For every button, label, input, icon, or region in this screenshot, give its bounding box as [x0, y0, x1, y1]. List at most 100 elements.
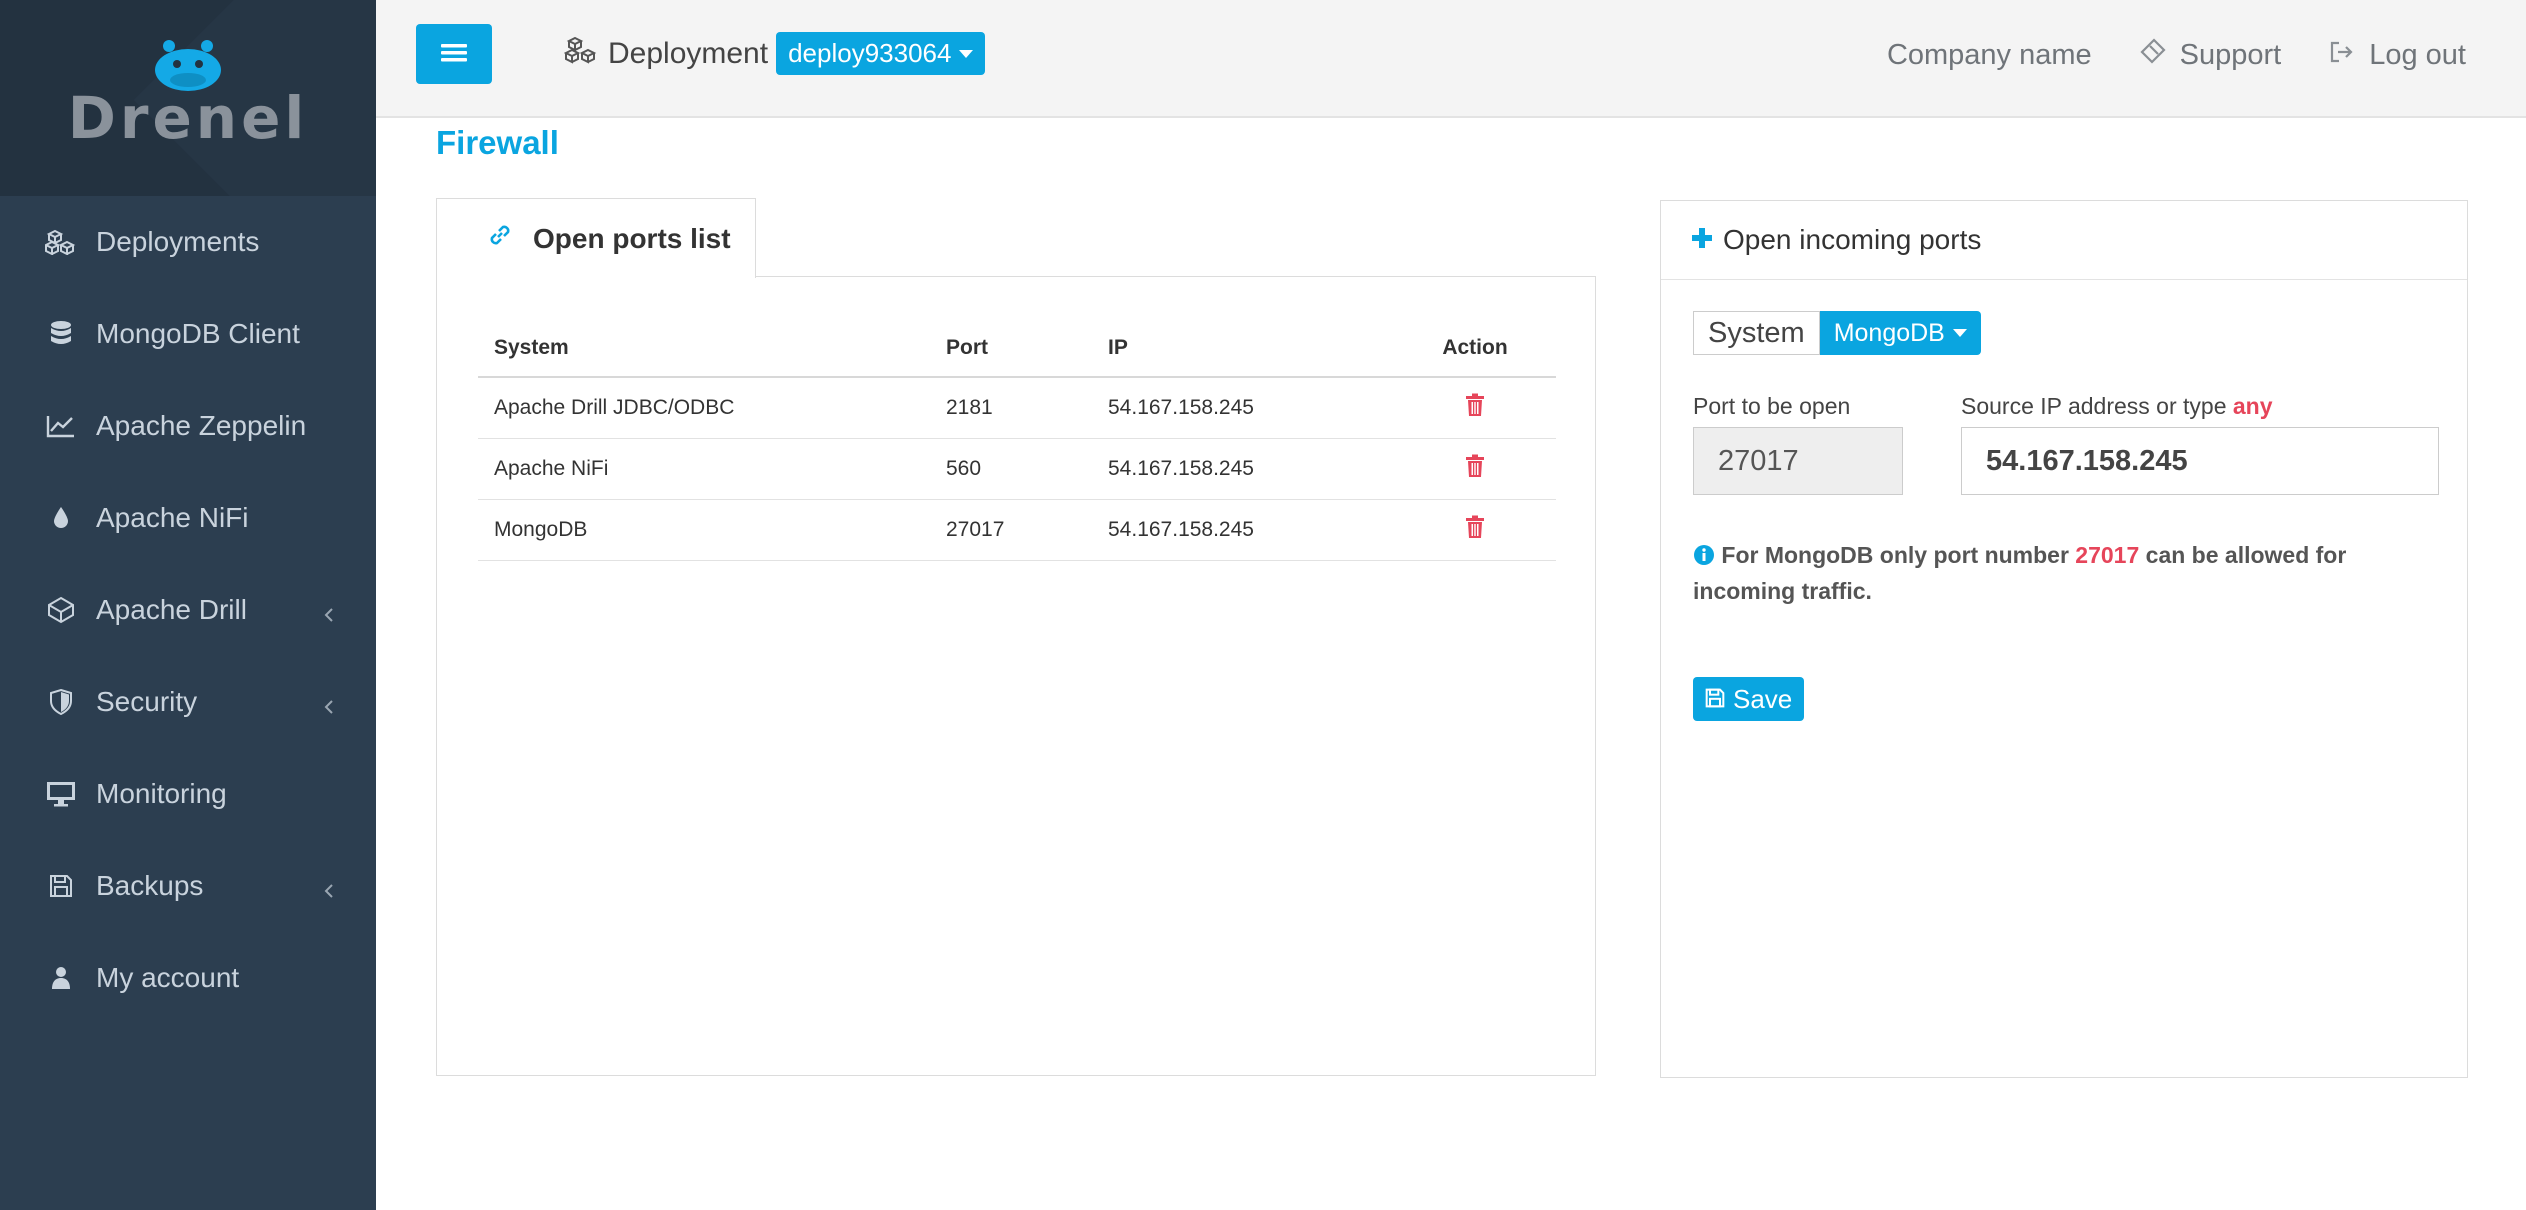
column-header-ip: IP [1092, 320, 1394, 378]
save-label: Save [1733, 683, 1793, 714]
sidebar-item-label: Apache Drill [96, 594, 247, 625]
sidebar-item-label: Monitoring [96, 778, 227, 809]
cell-action [1394, 499, 1556, 561]
sidebar-item-my-account[interactable]: My account [0, 932, 376, 1024]
ip-value: 54.167.158.245 [1986, 444, 2188, 477]
info-message: For MongoDB only port number 27017 can b… [1693, 537, 2433, 609]
sidebar-item-monitoring[interactable]: Monitoring [0, 748, 376, 840]
sidebar-item-mongodb-client[interactable]: MongoDB Client [0, 288, 376, 380]
source-ip-label: Source IP address or type [1961, 393, 2227, 419]
shield-icon [44, 687, 78, 717]
deployment-dropdown[interactable]: deploy933064 [776, 32, 986, 75]
panel-title: Open incoming ports [1723, 224, 1982, 255]
trash-icon[interactable] [1465, 454, 1485, 483]
deployment-label: Deployment [608, 36, 769, 70]
plus-icon [1691, 224, 1723, 256]
support-label: Support [2179, 38, 2282, 71]
table-row: MongoDB 27017 54.167.158.245 [478, 499, 1556, 561]
sidebar-item-label: Apache NiFi [96, 502, 249, 533]
logout-link[interactable]: Log out [2329, 39, 2466, 72]
cell-ip: 54.167.158.245 [1092, 438, 1394, 500]
cell-system: MongoDB [478, 499, 930, 561]
desktop-icon [44, 779, 78, 809]
chevron-left-icon [324, 598, 334, 630]
tab-label: Open ports list [533, 222, 731, 254]
source-ip-label-group: Source IP address or type any [1961, 393, 2273, 420]
sidebar-nav: Deployments MongoDB Client Apache Zeppel… [0, 196, 376, 1024]
port-label: Port to be open [1693, 393, 1851, 419]
sidebar-item-apache-zeppelin[interactable]: Apache Zeppelin [0, 380, 376, 472]
caret-down-icon [1952, 329, 1967, 337]
floppy-icon [44, 871, 78, 901]
trash-icon[interactable] [1465, 393, 1485, 422]
table-row: Apache Drill JDBC/ODBC 2181 54.167.158.2… [478, 377, 1556, 439]
cell-port: 27017 [930, 499, 1092, 561]
trash-icon[interactable] [1465, 515, 1485, 544]
header-links: Company name Support Log out [1839, 38, 2466, 72]
port-input[interactable]: 27017 [1693, 427, 1903, 495]
system-value: MongoDB [1833, 318, 1945, 347]
cell-ip: 54.167.158.245 [1092, 499, 1394, 561]
info-text-part1: For MongoDB only port number [1721, 542, 2069, 568]
link-icon [487, 222, 533, 255]
caret-down-icon [959, 49, 974, 58]
cell-ip: 54.167.158.245 [1092, 377, 1394, 439]
hamburger-icon [441, 42, 467, 67]
sidebar-item-deployments[interactable]: Deployments [0, 196, 376, 288]
info-port-number: 27017 [2075, 542, 2140, 568]
sidebar-item-label: My account [96, 962, 240, 993]
column-header-action: Action [1394, 320, 1556, 378]
sidebar-item-security[interactable]: Security [0, 656, 376, 748]
database-icon [44, 319, 78, 349]
port-value: 27017 [1718, 444, 1799, 477]
sidebar-item-apache-nifi[interactable]: Apache NiFi [0, 472, 376, 564]
sidebar-item-apache-drill[interactable]: Apache Drill [0, 564, 376, 656]
support-link[interactable]: Support [2140, 38, 2282, 72]
chevron-left-icon [324, 874, 334, 906]
cell-port: 560 [930, 438, 1092, 500]
cell-action [1394, 438, 1556, 500]
save-button[interactable]: Save [1693, 677, 1805, 721]
company-name: Company name [1886, 38, 2092, 71]
sidebar-item-backups[interactable]: Backups [0, 840, 376, 932]
column-header-system: System [478, 320, 930, 378]
cubes-icon [563, 36, 598, 72]
brand-name[interactable]: Drenel [0, 84, 376, 152]
deployment-value: deploy933064 [788, 38, 952, 68]
drill-icon [44, 595, 78, 625]
sidebar-item-label: Backups [96, 870, 204, 901]
system-selector: System MongoDB [1693, 311, 1981, 355]
source-ip-input[interactable]: 54.167.158.245 [1961, 427, 2439, 495]
sidebar-item-label: MongoDB Client [96, 318, 300, 349]
deployment-selector: Deployment deploy933064 [563, 32, 986, 75]
cell-action [1394, 377, 1556, 439]
any-keyword: any [2232, 393, 2273, 419]
table-header-row: System Port IP Action [478, 320, 1556, 378]
top-header: Deployment deploy933064 Company name Sup… [376, 0, 2526, 118]
tab-open-ports-list[interactable]: Open ports list [436, 198, 756, 278]
page-title: Firewall [436, 124, 559, 161]
table-row: Apache NiFi 560 54.167.158.245 [478, 438, 1556, 500]
sidebar-item-label: Deployments [96, 226, 260, 257]
cell-system: Apache Drill JDBC/ODBC [478, 377, 930, 439]
panel-header: Open incoming ports [1661, 201, 2467, 280]
column-header-port: Port [930, 320, 1092, 378]
system-label: System [1693, 311, 1820, 355]
sidebar-item-label: Apache Zeppelin [96, 410, 307, 441]
info-circle-icon [1693, 542, 1721, 568]
menu-toggle-button[interactable] [416, 24, 492, 84]
sign-out-icon [2329, 39, 2369, 72]
cell-port: 2181 [930, 377, 1092, 439]
sidebar: Drenel Deployments MongoDB Client Apache… [0, 0, 376, 1210]
chevron-left-icon [324, 690, 334, 722]
floppy-icon [1705, 684, 1733, 715]
open-incoming-ports-panel: Open incoming ports System MongoDB Port … [1660, 200, 2468, 1078]
ticket-icon [2140, 38, 2180, 72]
logout-label: Log out [2369, 38, 2466, 71]
sidebar-item-label: Security [96, 686, 198, 717]
cell-system: Apache NiFi [478, 438, 930, 500]
line-chart-icon [44, 411, 78, 441]
cubes-icon [44, 227, 78, 257]
system-dropdown[interactable]: MongoDB [1819, 311, 1981, 355]
company-name-link[interactable]: Company name [1887, 39, 2092, 72]
